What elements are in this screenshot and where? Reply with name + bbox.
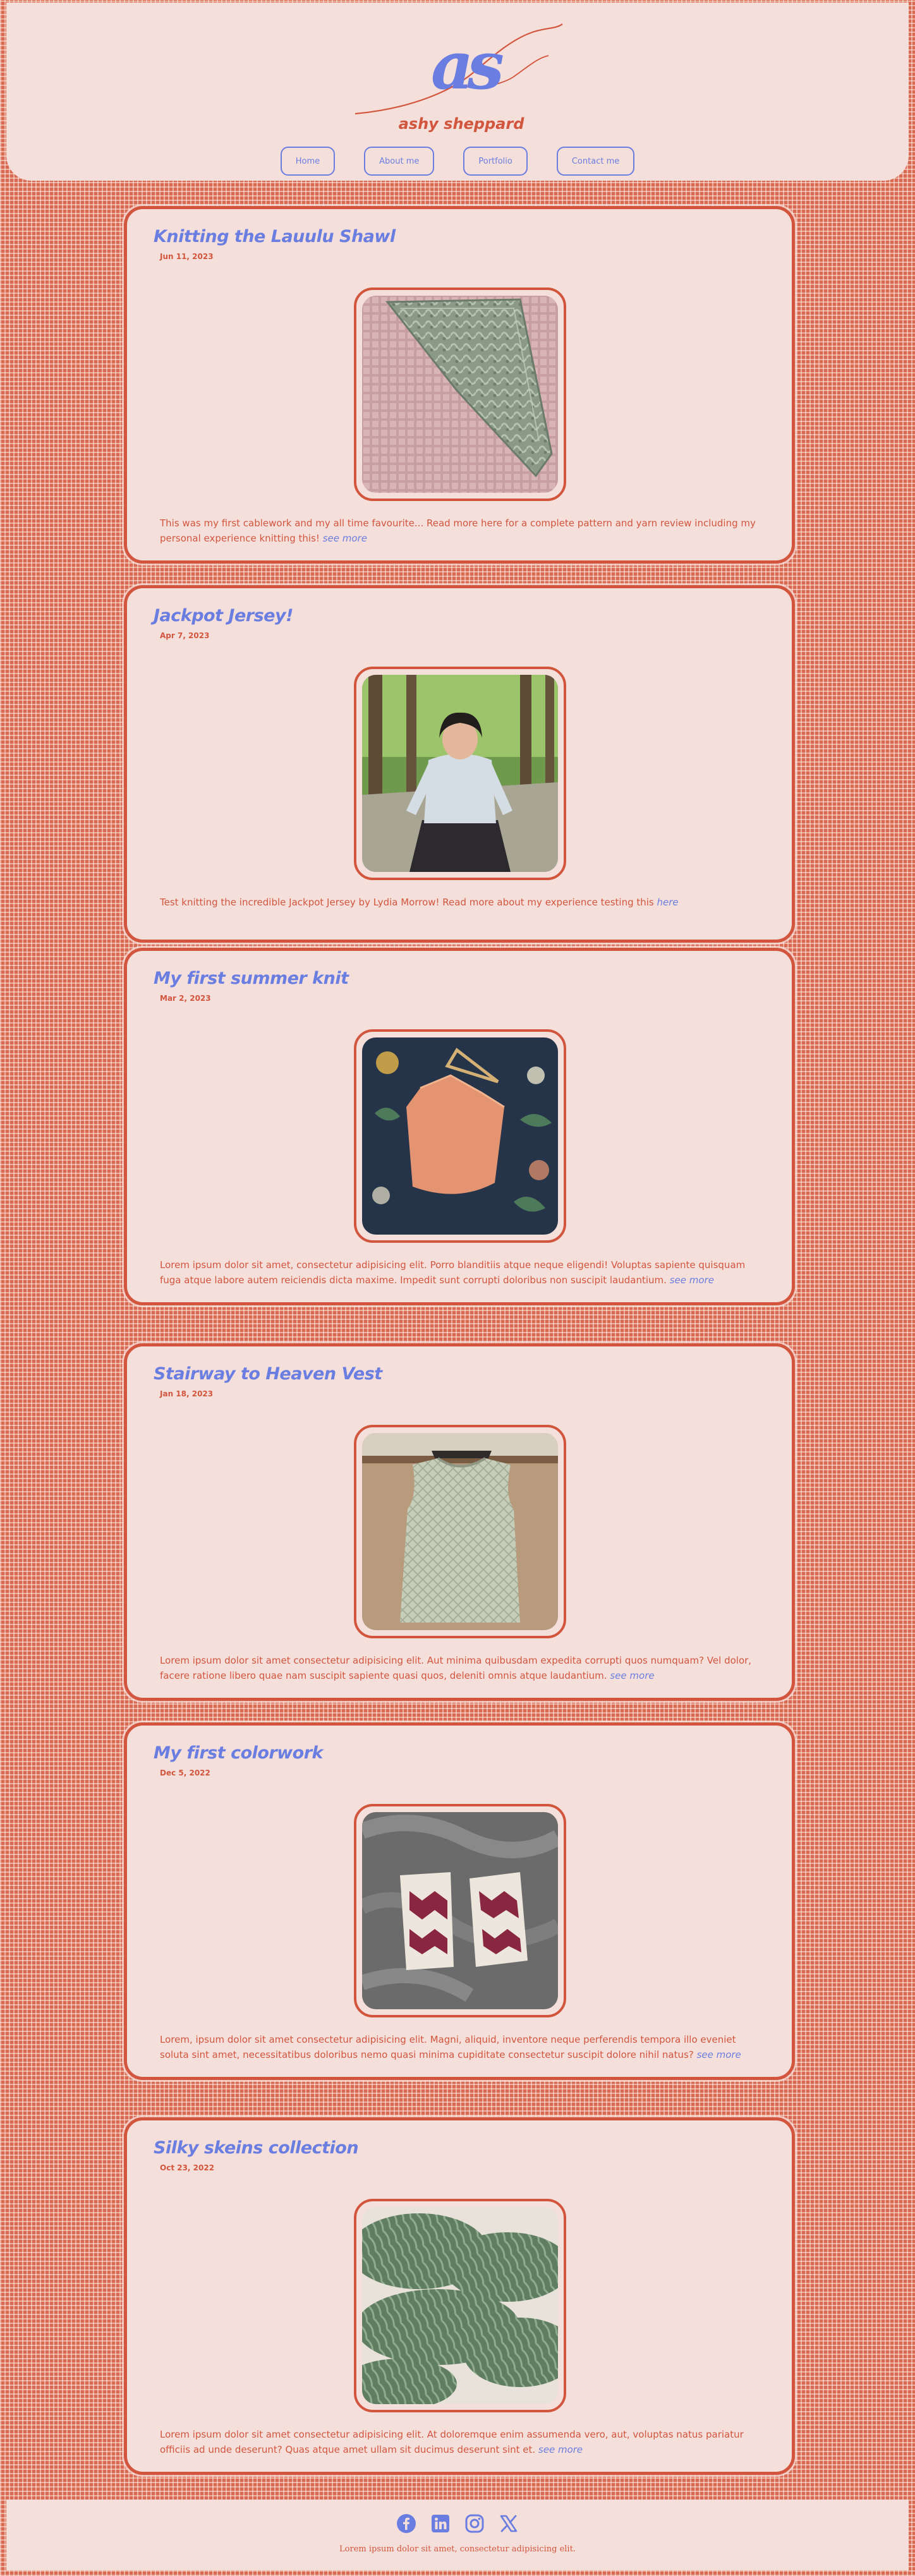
nav-portfolio-button[interactable]: Portfolio [463,147,528,176]
post-excerpt-text: Test knitting the incredible Jackpot Jer… [160,897,654,908]
see-more-link[interactable]: see more [323,533,367,544]
summer-top-image [362,1037,558,1235]
linkedin-icon[interactable] [430,2513,451,2534]
main-nav: Home About me Portfolio Contact me [6,147,909,176]
summer-top-on-hanger-photo[interactable] [362,1037,558,1235]
post-excerpt: Lorem ipsum dolor sit amet, consectetur … [160,1257,767,1288]
post-title[interactable]: Stairway to Heaven Vest [154,1364,382,1384]
post-date: Dec 5, 2022 [160,1769,210,1777]
knitted-lace-shawl-photo[interactable] [362,296,558,493]
post-excerpt: Lorem, ipsum dolor sit amet consectetur … [160,2032,767,2062]
see-more-link[interactable]: see more [610,1670,654,1681]
site-logo[interactable]: as ashy sheppard [348,20,575,138]
post-excerpt: Test knitting the incredible Jackpot Jer… [160,895,767,910]
post-excerpt: This was my first cablework and my all t… [160,516,767,546]
post-date: Apr 7, 2023 [160,631,210,640]
post-photo-frame [354,287,566,501]
see-more-link[interactable]: see more [697,2049,741,2060]
x-icon[interactable] [499,2513,519,2534]
see-more-link[interactable]: see more [670,1274,714,1286]
logo-name: ashy sheppard [399,115,525,133]
post-photo-frame [354,1029,566,1243]
post-card: Knitting the Lauulu Shawl Jun 11, 2023 T… [124,206,795,564]
post-card: My first summer knit Mar 2, 2023 Lorem i… [124,948,795,1305]
logo-graphic: as ashy sheppard [354,23,563,133]
post-excerpt-text: Lorem ipsum dolor sit amet consectetur a… [160,1655,752,1681]
person-wearing-jersey-photo[interactable] [362,675,558,872]
post-title[interactable]: My first colorwork [154,1743,324,1763]
nav-home-button[interactable]: Home [280,147,336,176]
post-photo-frame [354,667,566,880]
vest-image [362,1433,558,1630]
here-link[interactable]: here [657,897,679,908]
post-title[interactable]: My first summer knit [154,969,349,988]
see-more-link[interactable]: see more [538,2444,583,2455]
footer-text: Lorem ipsum dolor sit amet, consectetur … [339,2544,576,2554]
facebook-icon[interactable] [396,2513,416,2534]
yarn-image [362,2207,558,2404]
colorwork-mittens-photo[interactable] [362,1812,558,2009]
social-links [6,2513,909,2534]
post-title[interactable]: Knitting the Lauulu Shawl [154,227,396,246]
post-title[interactable]: Jackpot Jersey! [154,606,293,626]
post-card: Silky skeins collection Oct 23, 2022 Lor… [124,2117,795,2475]
post-excerpt-text: This was my first cablework and my all t… [160,517,756,544]
site-footer: Lorem ipsum dolor sit amet, consectetur … [6,2500,909,2570]
post-excerpt-text: Lorem ipsum dolor sit amet consectetur a… [160,2429,744,2455]
knitted-vest-photo[interactable] [362,1433,558,1630]
post-excerpt: Lorem ipsum dolor sit amet consectetur a… [160,2427,767,2457]
post-card: My first colorwork Dec 5, 2022 Lorem, ip… [124,1722,795,2080]
nav-contact-button[interactable]: Contact me [556,147,635,176]
yarn-skeins-photo[interactable] [362,2207,558,2404]
post-date: Oct 23, 2022 [160,2163,215,2172]
nav-about-button[interactable]: About me [364,147,435,176]
post-excerpt: Lorem ipsum dolor sit amet consectetur a… [160,1653,767,1683]
mittens-image [362,1812,558,2009]
shawl-image [362,296,558,493]
post-date: Mar 2, 2023 [160,994,211,1003]
post-title[interactable]: Silky skeins collection [154,2138,359,2158]
logo-monogram: as [431,27,503,104]
post-excerpt-text: Lorem ipsum dolor sit amet, consectetur … [160,1259,746,1286]
post-photo-frame [354,1425,566,1638]
post-date: Jun 11, 2023 [160,252,214,261]
post-date: Jan 18, 2023 [160,1389,214,1398]
instagram-icon[interactable] [464,2513,485,2534]
post-card: Jackpot Jersey! Apr 7, 2023 Test knittin… [124,585,795,943]
post-card: Stairway to Heaven Vest Jan 18, 2023 Lor… [124,1343,795,1701]
site-header: as ashy sheppard Home About me Portfolio… [6,3,909,181]
post-photo-frame [354,2199,566,2412]
jersey-image [362,675,558,872]
post-excerpt-text: Lorem, ipsum dolor sit amet consectetur … [160,2034,736,2060]
post-photo-frame [354,1804,566,2017]
